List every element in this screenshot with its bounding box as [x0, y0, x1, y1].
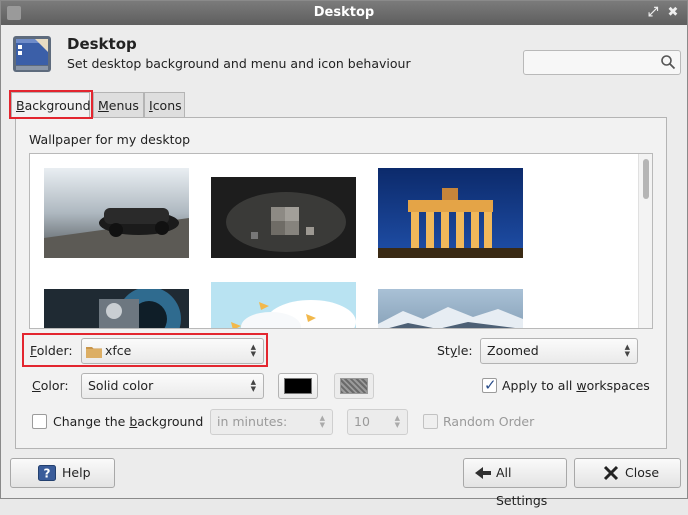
combo-arrows-icon: ▲ ▼	[319, 414, 325, 429]
maximize-icon[interactable]: ⤢	[645, 5, 661, 21]
apply-all-text-rest: orkspaces	[586, 378, 650, 393]
wallpaper-section-title: Wallpaper for my desktop	[29, 132, 191, 147]
combo-arrows-icon: ▲ ▼	[250, 378, 256, 393]
all-settings-button[interactable]: All Settings	[463, 458, 567, 508]
arrow-left-icon	[475, 467, 491, 479]
change-background-label[interactable]: Change the background	[53, 414, 203, 430]
change-bg-text: Change the	[53, 414, 130, 429]
color-mode-value: Solid color	[88, 378, 154, 393]
gallery-scrollbar[interactable]	[638, 154, 652, 328]
title-bar[interactable]: Desktop ⤢ ✖	[1, 1, 687, 25]
tab-mnemonic: M	[98, 98, 109, 113]
wallpaper-gallery[interactable]	[29, 153, 653, 329]
combo-arrows-icon: ▲ ▼	[250, 343, 256, 358]
desktop-window: Desktop ⤢ ✖ Desktop Set desktop backgrou…	[0, 0, 688, 508]
random-order-checkbox[interactable]	[423, 414, 438, 429]
tab-label: cons	[152, 98, 182, 113]
wallpaper-thumbnail[interactable]	[211, 177, 356, 258]
primary-color-swatch	[284, 378, 312, 394]
random-order-label[interactable]: Random Order	[443, 414, 534, 430]
close-label: Close	[625, 465, 660, 480]
folder-label-text: older:	[36, 343, 73, 358]
apply-all-mnemonic: w	[576, 378, 587, 393]
style-label: Style:	[437, 343, 473, 359]
interval-spinner[interactable]: 10 ▲ ▼	[347, 409, 408, 435]
apply-all-workspaces-checkbox[interactable]: ✓	[482, 376, 497, 394]
page-title: Desktop	[67, 35, 137, 53]
search-input[interactable]	[523, 50, 681, 75]
wallpaper-thumbnail[interactable]	[44, 168, 189, 258]
interval-unit-select[interactable]: in minutes: ▲ ▼	[210, 409, 333, 435]
folder-label: Folder:	[30, 343, 73, 359]
primary-color-button[interactable]	[278, 373, 318, 399]
style-select[interactable]: Zoomed ▲ ▼	[480, 338, 638, 364]
desktop-settings-icon	[13, 36, 51, 72]
spinner-arrows-icon: ▲ ▼	[394, 414, 400, 429]
tab-menus[interactable]: Menus	[93, 92, 144, 118]
checkmark-icon: ✓	[484, 376, 497, 394]
folder-select[interactable]: xfce ▲ ▼	[81, 338, 264, 364]
secondary-color-swatch	[340, 378, 368, 394]
help-button[interactable]: ? Help	[10, 458, 115, 488]
style-label-rest: le:	[457, 343, 473, 358]
folder-icon	[86, 347, 102, 358]
gallery-scrollbar-thumb[interactable]	[643, 159, 649, 199]
change-background-checkbox[interactable]	[32, 414, 47, 429]
window-title: Desktop	[313, 5, 375, 20]
search-icon	[661, 55, 676, 70]
close-window-icon[interactable]: ✖	[665, 5, 681, 21]
color-mode-select[interactable]: Solid color ▲ ▼	[81, 373, 264, 399]
close-button[interactable]: Close	[574, 458, 681, 488]
combo-arrows-icon: ▲ ▼	[624, 343, 630, 358]
secondary-color-button[interactable]	[334, 373, 374, 399]
tab-label: enus	[108, 98, 139, 113]
window-menu-icon[interactable]	[7, 6, 21, 20]
wallpaper-thumbnail[interactable]	[378, 289, 523, 329]
color-mnemonic: C	[32, 378, 41, 393]
svg-text:?: ?	[44, 467, 51, 481]
folder-mnemonic: F	[30, 343, 37, 358]
color-label-text: olor:	[40, 378, 69, 393]
interval-unit-value: in minutes:	[217, 414, 288, 429]
help-icon: ?	[38, 465, 56, 481]
page-subtitle: Set desktop background and menu and icon…	[67, 56, 411, 71]
tab-mnemonic: B	[16, 98, 25, 113]
folder-value: xfce	[105, 343, 132, 358]
all-settings-label: All Settings	[496, 465, 548, 508]
tab-background[interactable]: Background	[11, 92, 91, 118]
style-value: Zoomed	[487, 343, 539, 358]
help-label: Help	[62, 465, 91, 480]
close-icon	[603, 465, 619, 481]
interval-value: 10	[354, 414, 370, 429]
wallpaper-thumbnail[interactable]	[378, 168, 523, 258]
tab-icons[interactable]: Icons	[144, 92, 185, 118]
tab-label: ackground	[24, 98, 91, 113]
color-label: Color:	[32, 378, 69, 394]
wallpaper-thumbnail[interactable]	[44, 289, 189, 329]
apply-all-text: Apply to all	[502, 378, 577, 393]
apply-all-workspaces-label[interactable]: Apply to all workspaces	[502, 378, 650, 394]
wallpaper-thumbnail[interactable]	[211, 282, 356, 329]
change-bg-text-rest: ackground	[137, 414, 204, 429]
style-label-text: St	[437, 343, 450, 358]
